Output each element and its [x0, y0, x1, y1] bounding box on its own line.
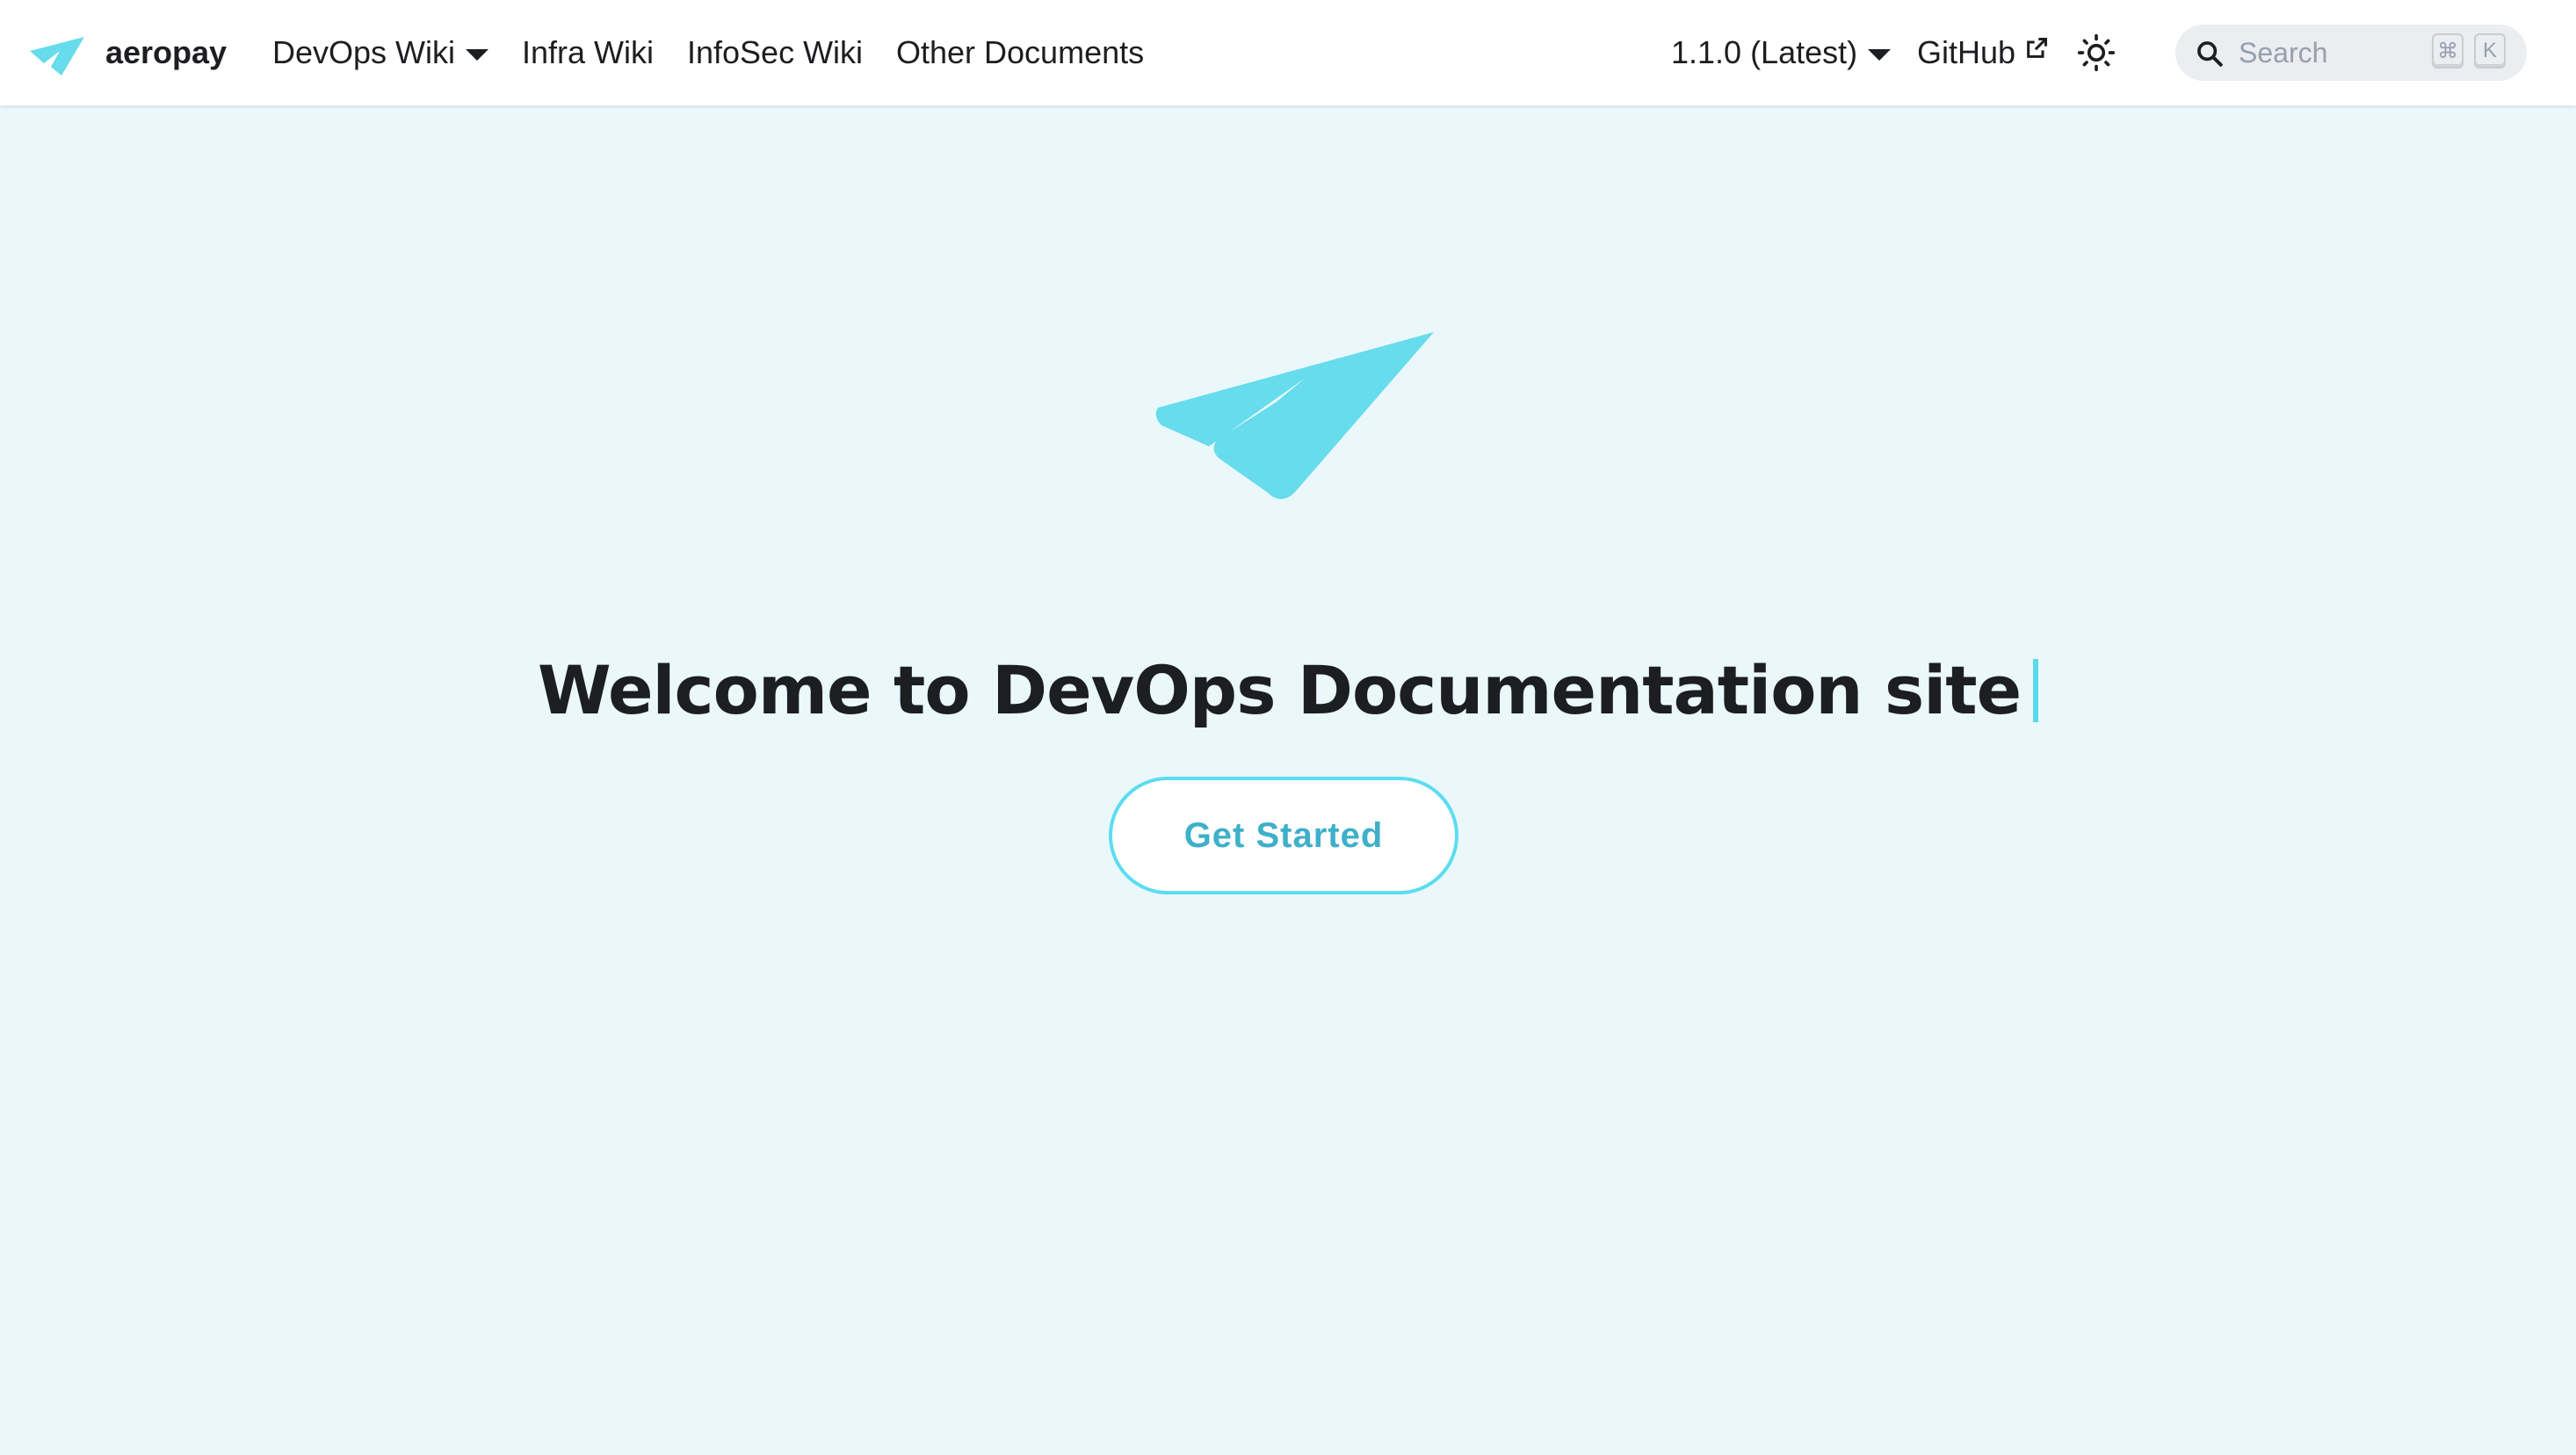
nav-other-documents[interactable]: Other Documents: [896, 0, 1144, 105]
nav-other-documents-label: Other Documents: [896, 34, 1145, 70]
brand-name: aeropay: [105, 34, 228, 70]
get-started-button[interactable]: Get Started: [1109, 777, 1458, 894]
github-label: GitHub: [1917, 34, 2016, 70]
nav-infosec-wiki[interactable]: InfoSec Wiki: [687, 0, 863, 105]
hero-title-text: Welcome to DevOps Documentation site: [537, 650, 2022, 729]
paper-plane-icon: [1155, 332, 1434, 499]
theme-toggle-button[interactable]: [2073, 30, 2119, 76]
version-dropdown[interactable]: 1.1.0 (Latest): [1671, 0, 1892, 105]
search-icon: [2197, 41, 2223, 67]
top-navbar: aeropay DevOps Wiki Infra Wiki InfoSec W…: [0, 0, 2576, 105]
search-button[interactable]: Search ⌘ K: [2175, 25, 2527, 81]
chevron-down-icon: [1868, 48, 1892, 61]
nav-infra-wiki-label: Infra Wiki: [522, 34, 655, 70]
nav-infosec-wiki-label: InfoSec Wiki: [687, 34, 864, 70]
nav-infra-wiki[interactable]: Infra Wiki: [522, 0, 654, 105]
chevron-down-icon: [466, 48, 489, 61]
command-key-hint: ⌘: [2432, 33, 2464, 69]
nav-devops-wiki[interactable]: DevOps Wiki: [272, 0, 489, 105]
github-link[interactable]: GitHub: [1917, 0, 2049, 105]
version-label: 1.1.0 (Latest): [1671, 34, 1858, 70]
hero-title: Welcome to DevOps Documentation site: [0, 651, 2576, 729]
external-link-icon: [2027, 37, 2048, 58]
paper-plane-icon: [30, 37, 84, 76]
typing-cursor: [2033, 658, 2039, 722]
k-key-hint: K: [2474, 33, 2506, 69]
sun-icon: [2077, 33, 2116, 72]
search-placeholder: Search: [2239, 36, 2328, 69]
nav-devops-wiki-label: DevOps Wiki: [272, 34, 456, 70]
